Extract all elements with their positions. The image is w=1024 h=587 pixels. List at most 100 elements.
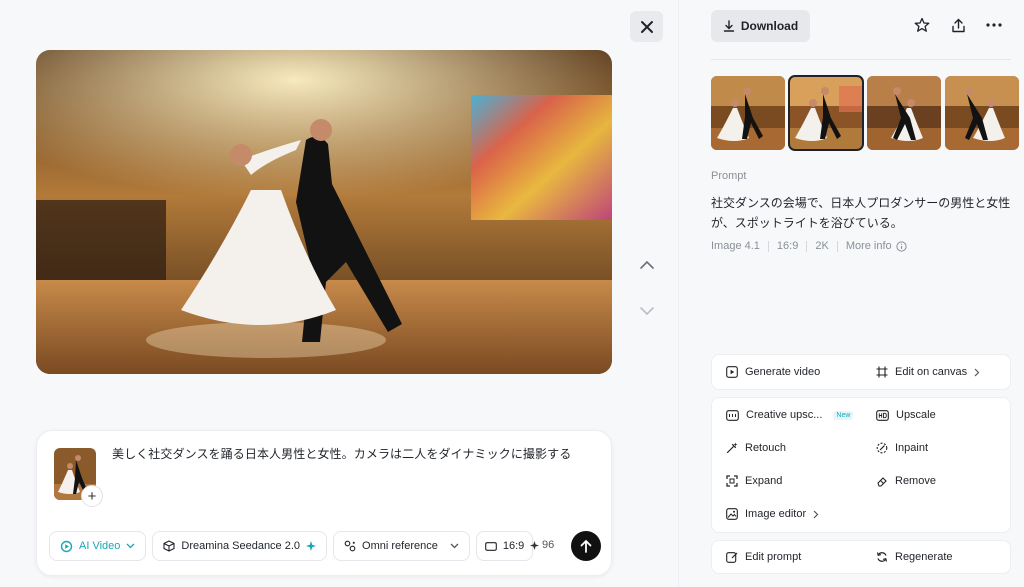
refresh-icon [876,552,888,562]
expand-button[interactable]: Expand [726,475,782,487]
remove-button[interactable]: Remove [876,475,936,487]
upscale-label: Upscale [896,409,936,421]
variant-thumbnails [711,75,1019,151]
variant-thumbnail[interactable] [711,76,785,150]
chevron-right-icon [974,368,980,376]
chevron-down-icon [640,307,654,316]
edit-prompt-label: Edit prompt [745,551,802,563]
info-icon [896,240,907,252]
resolution: 2K [815,240,829,252]
share-button[interactable] [947,14,969,36]
video-actions-card: Generate video Edit on canvas [711,354,1011,390]
download-label: Download [740,19,799,33]
aspect-ratio-selector[interactable]: 16:9 [475,531,534,561]
image-editor-button[interactable]: Image editor [726,508,819,520]
inpaint-icon [876,442,888,454]
edit-on-canvas-label: Edit on canvas [895,366,968,378]
chevron-down-icon [450,543,459,549]
prompt-heading: Prompt [711,170,747,182]
star-icon [914,17,930,32]
omni-reference-icon [344,540,356,552]
arrow-up-icon [580,539,592,553]
model-version: Image 4.1 [711,240,760,252]
creative-upscale-button[interactable]: Creative upsc... New [726,409,854,421]
composer-toolbar: AI Video Dreamina Seedance 2.0 Omni refe… [49,531,534,561]
close-button[interactable] [630,11,663,42]
prompt-actions-card: Edit prompt Regenerate [711,540,1011,574]
download-icon [723,20,735,32]
retouch-label: Retouch [745,442,786,454]
variant-thumbnail[interactable] [867,76,941,150]
cube-icon [163,540,175,552]
remove-label: Remove [895,475,936,487]
sparkle-icon [306,541,317,551]
generated-image[interactable] [36,50,612,374]
edit-on-canvas-button[interactable]: Edit on canvas [876,366,980,378]
more-options-button[interactable] [983,14,1005,36]
sparkle-icon [530,540,539,550]
add-reference-button[interactable]: + [81,485,103,507]
generate-button[interactable] [571,531,601,561]
favorite-button[interactable] [911,14,933,36]
meta-separator [767,240,769,252]
aspect-ratio-icon [484,541,497,551]
image-editor-icon [726,508,738,520]
regenerate-label: Regenerate [895,551,953,563]
aspect-ratio-label: 16:9 [502,540,525,552]
chevron-down-icon [126,543,135,549]
generate-video-label: Generate video [745,366,821,378]
retouch-button[interactable]: Retouch [726,442,786,454]
meta-separator [806,240,808,252]
image-meta: Image 4.1 16:9 2K More info [711,240,907,252]
prompt-composer: + 美しく社交ダンスを踊る日本人男性と女性。カメラは二人をダイナミックに撮影する… [36,430,612,576]
model-label: Dreamina Seedance 2.0 [181,540,301,552]
mode-selector[interactable]: AI Video [49,531,147,561]
creative-upscale-label: Creative upsc... [746,409,823,421]
close-icon [640,20,653,33]
edit-icon [726,552,738,563]
credits-count: 96 [542,539,555,551]
previous-button[interactable] [636,254,658,276]
download-button[interactable]: Download [711,10,810,42]
regenerate-button[interactable]: Regenerate [876,551,953,563]
canvas-icon [876,366,888,378]
more-info-label: More info [845,240,892,252]
chevron-up-icon [640,260,654,269]
creative-upscale-icon [726,409,739,421]
meta-separator [836,240,838,252]
expand-icon [726,475,738,487]
preview-area: + 美しく社交ダンスを踊る日本人男性と女性。カメラは二人をダイナミックに撮影する… [0,0,678,587]
chevron-right-icon [813,510,819,518]
inpaint-button[interactable]: Inpaint [876,442,928,454]
edit-tools-card: Creative upsc... New Upscale Retouch Inp… [711,397,1011,533]
image-editor-label: Image editor [745,508,807,520]
eraser-icon [877,477,887,487]
reference-selector[interactable]: Omni reference [333,531,470,561]
play-icon [726,366,738,378]
detail-panel: Download Prompt 社交ダンスの会場で、日本人プロダンサーの男性と女… [679,0,1024,587]
model-selector[interactable]: Dreamina Seedance 2.0 [152,531,328,561]
prompt-input[interactable]: 美しく社交ダンスを踊る日本人男性と女性。カメラは二人をダイナミックに撮影する [112,445,571,462]
more-icon [986,23,1002,27]
variant-thumbnail-selected[interactable] [788,75,864,151]
generate-video-button[interactable]: Generate video [726,366,820,378]
ai-video-icon [60,540,73,552]
hd-icon [876,409,889,421]
prompt-text: 社交ダンスの会場で、日本人プロダンサーの男性と女性が、スポットライトを浴びている… [711,196,1011,230]
more-info-link[interactable]: More info [846,240,907,252]
share-icon [951,18,965,32]
variant-thumbnail[interactable] [945,76,1019,150]
next-button[interactable] [636,300,658,322]
aspect-ratio: 16:9 [776,240,799,252]
credits-indicator: 96 [530,539,554,551]
retouch-icon [726,442,738,454]
header-actions [911,14,1005,36]
new-badge: New [833,410,854,420]
expand-label: Expand [745,475,783,487]
mode-label: AI Video [79,540,121,552]
upscale-button[interactable]: Upscale [876,409,936,421]
edit-prompt-button[interactable]: Edit prompt [726,551,801,563]
header-divider [711,59,1011,60]
inpaint-label: Inpaint [895,442,929,454]
reference-label: Omni reference [362,540,438,552]
